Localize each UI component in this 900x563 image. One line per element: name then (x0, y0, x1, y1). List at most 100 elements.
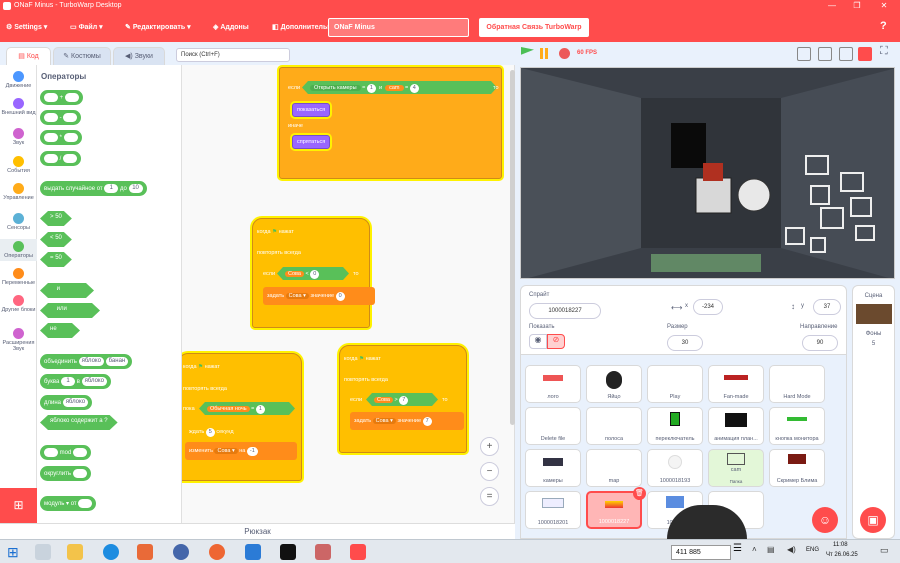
condition-and[interactable]: Открыть камеры = 1 и cam = 4 (302, 81, 497, 94)
block-equals[interactable]: = 50 (40, 252, 72, 267)
sprite-tile[interactable]: Яйцо (586, 365, 642, 403)
category-extension-sound[interactable]: Расширения Звук (0, 328, 37, 352)
close-window-button[interactable]: ✕ (876, 1, 892, 10)
tray-arrow-icon[interactable]: ˄ (752, 545, 757, 554)
add-sprite-button[interactable]: ☺ (812, 507, 838, 533)
block-contains[interactable]: яблоко содержит а ? (40, 415, 118, 430)
category-sensing[interactable]: Сенсоры (0, 213, 37, 231)
sprite-tile[interactable]: 1000018201 (525, 491, 581, 529)
category-looks[interactable]: Внешний вид (0, 98, 37, 116)
small-stage-button[interactable] (797, 47, 811, 61)
block-or[interactable]: или (40, 303, 100, 318)
zoom-out-button[interactable]: − (480, 462, 499, 481)
y-input[interactable]: 37 (813, 299, 841, 315)
edge-icon[interactable] (103, 544, 119, 560)
yandex-icon[interactable] (209, 544, 225, 560)
size-input[interactable]: 30 (667, 335, 703, 351)
sprite-tile[interactable]: кнопка монитора (769, 407, 825, 445)
block-join[interactable]: объединить яблоко банан (40, 354, 133, 369)
vscode-icon[interactable] (245, 544, 261, 560)
category-motion[interactable]: Движение (0, 71, 37, 89)
edit-menu[interactable]: ✎ Редактировать ▾ (125, 23, 191, 31)
notifications-icon[interactable]: ▭ (880, 545, 889, 556)
stage-canvas[interactable] (520, 67, 895, 279)
language-indicator[interactable]: ENG (806, 547, 819, 553)
fullscreen-icon[interactable]: ⛶ (880, 45, 888, 58)
block-greater[interactable]: > 50 (40, 211, 72, 226)
set-owl-max-block[interactable]: задать Сова ▾ значение 7 (350, 412, 464, 430)
sprite-tile[interactable]: Hard Mode (769, 365, 825, 403)
hide-block[interactable]: спрятаться (292, 135, 331, 149)
delete-sprite-icon[interactable]: 🗑 (633, 487, 646, 500)
minimize-button[interactable]: — (824, 1, 840, 10)
visible-eye-icon[interactable]: ◉ (529, 334, 547, 349)
script-owl-decrease[interactable]: когда ⚑ нажат повторять всегда пока Обыч… (182, 353, 302, 481)
script-workspace[interactable]: если Открыть камеры = 1 и cam = 4 то ина… (182, 65, 515, 523)
block-mod[interactable]: mod (40, 445, 92, 460)
script-camera-visibility[interactable]: если Открыть камеры = 1 и cam = 4 то ина… (279, 67, 502, 179)
sprite-tile[interactable]: Fan-made (708, 365, 764, 403)
show-block[interactable]: показаться (292, 103, 331, 117)
sprite-tile[interactable]: 1000018193 (647, 449, 703, 487)
block-subtract[interactable]: - (40, 110, 82, 125)
set-owl-block[interactable]: задать Сова ▾ значение 0 (263, 287, 375, 305)
zoom-reset-button[interactable]: = (480, 487, 499, 506)
window-stage-button[interactable] (858, 47, 872, 61)
advanced-menu[interactable]: ◧ Дополнительно (272, 23, 336, 31)
clock-time[interactable]: 11:08 (833, 542, 848, 548)
green-flag-button[interactable] (521, 47, 534, 55)
block-length[interactable]: длина яблоко (40, 395, 93, 410)
clock-date[interactable]: Чт 26.06.25 (826, 552, 858, 558)
block-and[interactable]: и (40, 283, 94, 298)
file-explorer-icon[interactable] (67, 544, 83, 560)
x-input[interactable]: -234 (693, 299, 723, 315)
sprite-tile[interactable]: Скример Блима (769, 449, 825, 487)
windows-start-icon[interactable]: ⊞ (7, 544, 23, 560)
browser-icon[interactable] (173, 544, 189, 560)
stop-button[interactable] (559, 48, 570, 59)
script-owl-clamp-max[interactable]: когда ⚑ нажат повторять всегда если Сова… (339, 345, 467, 453)
block-random[interactable]: выдать случайное от 1 до 10 (40, 181, 147, 196)
block-letter-of[interactable]: буква 1 в яблоко (40, 374, 111, 389)
stage-layout-button[interactable] (839, 47, 853, 61)
zoom-in-button[interactable]: + (480, 437, 499, 456)
category-operators[interactable]: Операторы (0, 239, 37, 261)
volume-icon[interactable]: ◀) (787, 545, 796, 554)
sprite-tile[interactable]: переключатель (647, 407, 703, 445)
file-menu[interactable]: ▭ Файл ▾ (70, 23, 103, 31)
condition-less[interactable]: Сова < 0 (277, 267, 349, 280)
condition-greater[interactable]: Сова > 7 (366, 393, 438, 406)
menu-icon[interactable]: ☰ (733, 543, 742, 554)
direction-input[interactable]: 90 (802, 335, 838, 351)
settings-menu[interactable]: ⚙ Settings ▾ (6, 23, 47, 31)
sprite-tile[interactable]: map (586, 449, 642, 487)
image-app-icon[interactable] (315, 544, 331, 560)
addons-menu[interactable]: ◈ Аддоны (213, 23, 249, 31)
large-stage-button[interactable] (818, 47, 832, 61)
category-variables[interactable]: Переменные (0, 268, 37, 286)
search-input[interactable]: Поиск (Ctrl+F) (176, 48, 290, 62)
sprite-tile[interactable]: Play (647, 365, 703, 403)
category-control[interactable]: Управление (0, 183, 37, 201)
maximize-button[interactable]: ❐ (849, 1, 865, 10)
script-owl-clamp-min[interactable]: когда ⚑ нажат повторять всегда если Сова… (252, 218, 375, 328)
sprite-tile[interactable]: анимация план... (708, 407, 764, 445)
feedback-button[interactable]: Обратная Связь TurboWarp (479, 18, 589, 37)
add-backdrop-button[interactable]: ▣ (860, 507, 886, 533)
block-multiply[interactable]: * (40, 130, 82, 145)
add-extension-button[interactable]: ⊞ (0, 488, 37, 523)
hidden-eye-icon[interactable]: ⊘ (547, 334, 565, 349)
sprite-tile[interactable]: лого (525, 365, 581, 403)
category-sound[interactable]: Звук (0, 128, 37, 146)
network-icon[interactable]: ▤ (767, 545, 775, 554)
block-abs[interactable]: модуль ▾ от (40, 496, 97, 511)
app-icon-dark[interactable] (280, 544, 296, 560)
category-events[interactable]: События (0, 156, 37, 174)
sprite-tile[interactable]: Delete file (525, 407, 581, 445)
category-my-blocks[interactable]: Другие блоки (0, 295, 37, 313)
sprite-tile[interactable]: камеры (525, 449, 581, 487)
help-icon[interactable]: ? (880, 20, 887, 32)
condition-normal-night[interactable]: Обычная ночь = 1 (199, 402, 295, 415)
tab-sounds[interactable]: ◀) Звуки (113, 47, 165, 65)
tab-code[interactable]: ▤ Код (6, 47, 51, 65)
